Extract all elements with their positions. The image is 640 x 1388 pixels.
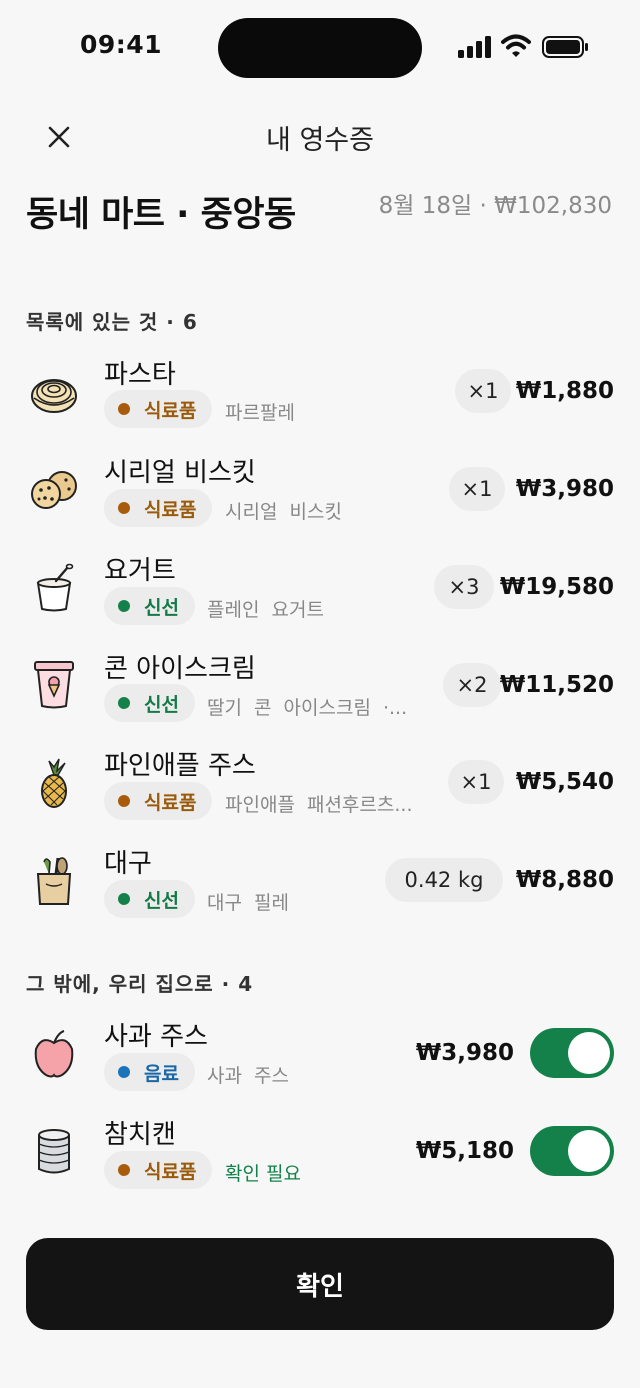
quantity-pill[interactable]: ×1 xyxy=(448,760,504,804)
item-description: 플레인 요거트 xyxy=(207,599,324,621)
include-toggle[interactable] xyxy=(530,1028,614,1078)
quantity-pill[interactable]: ×3 xyxy=(434,565,494,609)
item-name: 대구 xyxy=(104,849,152,879)
item-name: 콘 아이스크림 xyxy=(104,654,256,684)
item-price: ₩5,180 xyxy=(415,1138,514,1164)
toggle-knob xyxy=(568,1130,610,1172)
toggle-knob xyxy=(568,1032,610,1074)
needs-check-note: 확인 필요 xyxy=(225,1163,301,1185)
category-dot xyxy=(118,697,130,709)
category-label: 식료품 xyxy=(144,1160,197,1183)
item-price: ₩11,520 xyxy=(499,672,614,698)
pasta-icon xyxy=(26,364,82,420)
quantity-pill[interactable]: ×2 xyxy=(443,663,501,707)
item-name: 사과 주스 xyxy=(104,1022,208,1052)
cookie-icon xyxy=(26,462,82,518)
category-label: 신선 xyxy=(144,596,179,619)
yogurt-icon xyxy=(26,560,82,616)
receipt-date-total: 8월 18일 · ₩102,830 xyxy=(378,193,612,219)
quantity-pill[interactable]: ×1 xyxy=(449,467,505,511)
category-label: 신선 xyxy=(144,889,179,912)
item-price: ₩1,880 xyxy=(515,378,614,404)
page-title: 내 영수증 xyxy=(266,125,374,156)
grocery-bag-icon xyxy=(26,852,82,908)
wifi-icon xyxy=(501,34,531,57)
item-description: 시리얼 비스킷 xyxy=(225,501,342,523)
item-description: 대구 필레 xyxy=(207,892,289,914)
apple-icon xyxy=(26,1026,82,1082)
category-label: 음료 xyxy=(144,1062,179,1085)
item-price: ₩19,580 xyxy=(499,574,614,600)
category-label: 신선 xyxy=(144,693,179,716)
store-name: 동네 마트 · 중앙동 xyxy=(26,195,296,235)
item-description: 파인애플 패션후르츠... xyxy=(225,794,413,816)
item-price: ₩5,540 xyxy=(515,769,614,795)
tin-can-icon xyxy=(26,1124,82,1180)
item-name: 시리얼 비스킷 xyxy=(104,458,256,488)
category-badge: 신선 xyxy=(104,587,195,625)
category-dot xyxy=(118,1066,130,1078)
category-dot xyxy=(118,600,130,612)
cellular-signal-icon xyxy=(458,36,491,58)
item-name: 파인애플 주스 xyxy=(104,751,256,781)
item-description: 딸기 콘 아이스크림 ·... xyxy=(207,697,408,719)
category-label: 식료품 xyxy=(144,399,197,422)
battery-icon xyxy=(542,36,588,58)
weight-pill[interactable]: 0.42 kg xyxy=(385,858,503,902)
category-badge: 식료품 xyxy=(104,1151,213,1189)
item-price: ₩3,980 xyxy=(415,1040,514,1066)
category-badge: 식료품 xyxy=(104,782,213,820)
item-price: ₩8,880 xyxy=(515,867,614,893)
confirm-button[interactable]: 확인 xyxy=(26,1238,614,1330)
item-description: 사과 주스 xyxy=(207,1065,289,1087)
category-badge: 신선 xyxy=(104,880,195,918)
category-dot xyxy=(118,795,130,807)
item-name: 요거트 xyxy=(104,556,176,586)
item-description: 파르팔레 xyxy=(225,402,295,424)
category-badge: 식료품 xyxy=(104,489,213,527)
section-title-on-list: 목록에 있는 것 · 6 xyxy=(26,310,198,334)
include-toggle[interactable] xyxy=(530,1126,614,1176)
item-name: 참치캔 xyxy=(104,1120,176,1150)
pineapple-icon xyxy=(26,755,82,811)
ice-cream-tub-icon xyxy=(26,657,82,713)
status-time: 09:41 xyxy=(80,30,163,59)
item-price: ₩3,980 xyxy=(515,476,614,502)
dynamic-island xyxy=(218,18,422,78)
item-name: 파스타 xyxy=(104,360,176,390)
category-dot xyxy=(118,502,130,514)
category-badge: 식료품 xyxy=(104,390,213,428)
category-badge: 신선 xyxy=(104,684,195,722)
category-label: 식료품 xyxy=(144,498,197,521)
category-badge: 음료 xyxy=(104,1053,195,1091)
category-dot xyxy=(118,1164,130,1176)
category-dot xyxy=(118,403,130,415)
quantity-pill[interactable]: ×1 xyxy=(455,369,511,413)
category-label: 식료품 xyxy=(144,791,197,814)
section-title-extra: 그 밖에, 우리 집으로 · 4 xyxy=(26,972,254,996)
category-dot xyxy=(118,893,130,905)
